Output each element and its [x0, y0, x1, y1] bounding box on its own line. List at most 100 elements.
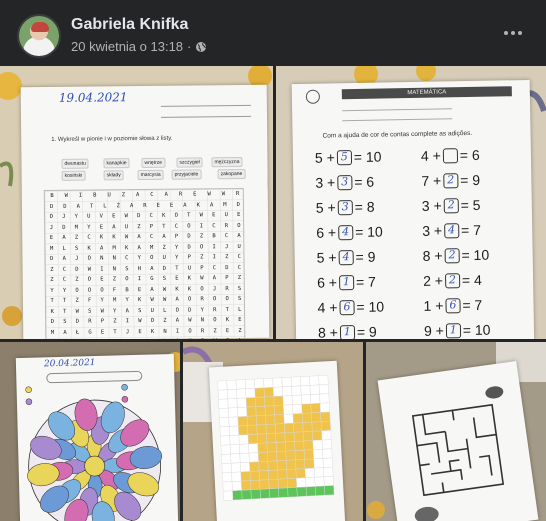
grid-letter: F: [87, 297, 92, 304]
pixel-cell: [285, 441, 296, 452]
pixel-cell: [219, 417, 230, 428]
grid-letter: K: [99, 234, 104, 241]
grid-letter: R: [225, 285, 229, 292]
pixel-cell: [294, 449, 305, 461]
grid-letter: C: [212, 222, 216, 229]
pixel-cell: [296, 486, 307, 497]
grid-letter: B: [212, 233, 216, 240]
pixel-cell: [227, 407, 239, 418]
pixel-cell: [257, 451, 269, 462]
pixel-cell: [295, 468, 306, 479]
pixel-cell: [284, 422, 295, 433]
grid-letter: Ż: [116, 202, 120, 209]
grid-letter: A: [62, 255, 66, 262]
grid-letter: S: [109, 337, 122, 339]
grid-letter: E: [137, 286, 142, 293]
grid-letter: L: [84, 338, 97, 339]
grid-letter: R: [235, 191, 240, 198]
mandala-drawing: [25, 384, 163, 521]
equation-left: 7 +: [421, 172, 442, 189]
answer-box: 4: [337, 225, 354, 241]
grid-letter: Z: [121, 192, 126, 199]
author-avatar[interactable]: [17, 14, 61, 58]
grid-letter: A: [125, 307, 129, 314]
pixel-cell: [230, 453, 241, 464]
post-timestamp[interactable]: 20 kwietnia o 13:18: [71, 39, 183, 54]
letter-grid: BWIBUZACAREWWRDDATLŻAREEAKAMDOJYUVEWDCKO…: [43, 187, 247, 340]
grid-letter: A: [150, 265, 154, 272]
grid-letter: D: [75, 266, 79, 273]
answer-value: 3: [341, 175, 349, 189]
grid-letter: C: [87, 234, 91, 241]
photo-word-search[interactable]: 19.04.2021 1. Wykreśl w pionie i w pozio…: [0, 66, 273, 339]
grid-letter: K: [175, 286, 179, 293]
equation: 4 + = 6: [421, 147, 480, 164]
grid-letter: Y: [174, 244, 179, 251]
grid-letter: T: [225, 306, 229, 313]
pixel-cell: [286, 459, 297, 470]
pixel-cell: [264, 396, 275, 407]
pixel-cell: [255, 405, 266, 417]
grid-letter: I: [175, 328, 180, 335]
pixel-cell: [263, 377, 274, 389]
equation: 5 + 4 = 9: [317, 249, 376, 266]
pixel-cell: [303, 449, 314, 460]
equation-right: = 10: [461, 246, 490, 264]
answer-box: 6: [339, 300, 355, 316]
grid-letter: G: [221, 336, 234, 339]
equation: 3 + 3 = 6: [315, 174, 374, 191]
pixel-cell: [312, 439, 323, 450]
pixel-cell: [292, 413, 303, 424]
answer-box: 4: [443, 223, 460, 239]
pixel-cell: [302, 421, 313, 433]
meta-separator: ·: [187, 39, 192, 54]
grid-letter: Z: [137, 223, 141, 230]
grid-letter: L: [238, 306, 242, 313]
pixel-cell: [237, 416, 248, 427]
pixel-cell: [266, 433, 277, 444]
answer-box: 3: [337, 200, 353, 216]
answer-box: 2: [444, 273, 461, 289]
grid-letter: Z: [75, 276, 79, 283]
word-chip: mężczyzna: [211, 156, 243, 168]
grid-letter: K: [150, 328, 155, 335]
grid-letter: Y: [74, 213, 78, 220]
pixel-cell: [283, 413, 294, 424]
pixel-cell: [227, 398, 238, 409]
photo-math-worksheet[interactable]: MATEMÁTICA Com a ajuda de cor de contas …: [276, 66, 546, 339]
grid-letter: L: [103, 202, 107, 209]
photo-pixel-art[interactable]: [183, 342, 363, 521]
answer-value: 5: [340, 150, 348, 164]
grid-letter: B: [93, 192, 97, 199]
globe-icon[interactable]: [195, 41, 207, 53]
grid-letter: O: [200, 285, 204, 292]
grid-letter: O: [75, 287, 79, 294]
author-name[interactable]: Gabriela Knifka: [71, 16, 188, 34]
grid-letter: Y: [62, 287, 67, 294]
pixel-cell: [277, 469, 288, 480]
pixel-cell: [315, 485, 326, 496]
equation-right: = 7: [355, 273, 376, 291]
grid-letter: A: [171, 337, 184, 340]
grid-letter: E: [175, 275, 179, 282]
grid-letter: D: [75, 318, 80, 325]
pixel-cell: [219, 426, 230, 437]
pixel-cell: [320, 411, 331, 422]
post-header: Gabriela Knifka 20 kwietnia o 13:18 ·: [0, 0, 546, 66]
grid-letter: A: [237, 232, 241, 240]
answer-box: 1: [339, 325, 355, 339]
mandala-sheet: 20.04.2021: [15, 353, 179, 521]
more-options-button[interactable]: [496, 18, 530, 48]
pixel-cell: [300, 385, 311, 396]
grid-letter: S: [134, 337, 147, 339]
grid-letter: Z: [225, 254, 229, 261]
word-chip: wnętrze: [141, 157, 166, 169]
pixel-cell: [268, 478, 279, 490]
photo-maze[interactable]: [366, 342, 546, 521]
grid-letter: L: [234, 336, 247, 339]
pixel-cell: [266, 442, 277, 453]
photo-mandala[interactable]: 20.04.2021: [0, 342, 180, 521]
grid-letter: M: [50, 329, 55, 336]
grid-letter: E: [100, 276, 104, 283]
grid-letter: M: [184, 336, 197, 340]
